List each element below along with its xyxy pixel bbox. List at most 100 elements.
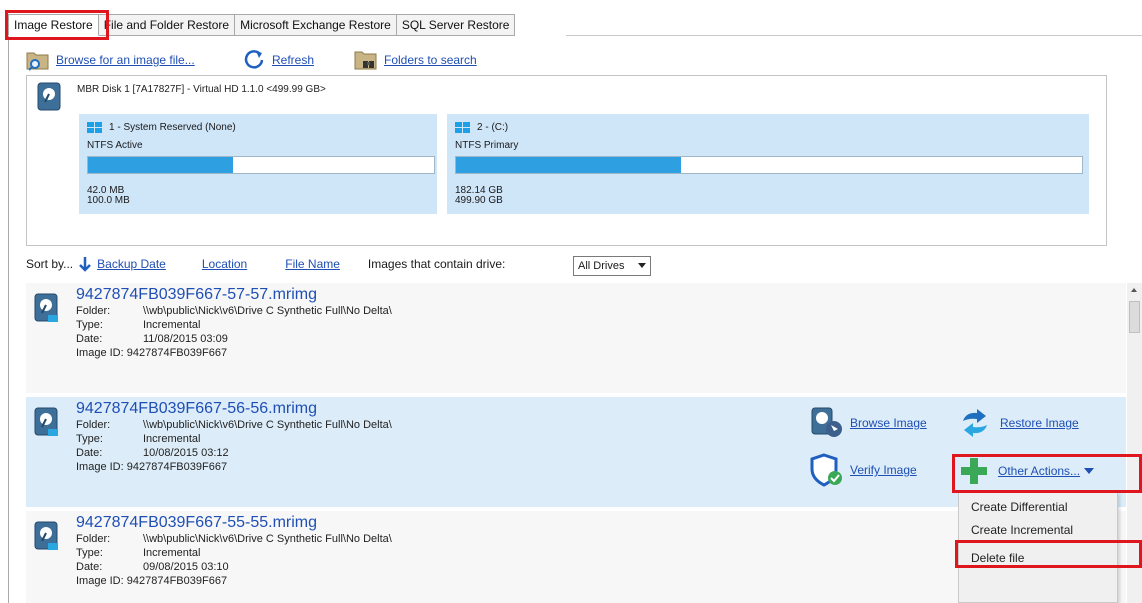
browse-image-icon [811,407,842,437]
verify-image-label: Verify Image [850,463,917,477]
folders-to-search-label: Folders to search [384,53,477,67]
image-id: Image ID: 9427874FB039F667 [76,347,227,359]
folder-value: \\wb\public\Nick\v6\Drive C Synthetic Fu… [143,533,392,545]
image-file-name[interactable]: 9427874FB039F667-56-56.mrimg [76,400,317,418]
image-id-key: Image ID: [76,347,124,359]
restore-arrows-icon [963,409,987,437]
date-value: 10/08/2015 03:12 [143,447,229,459]
browse-for-image-label: Browse for an image file... [56,53,195,67]
partition-name: 1 - System Reserved (None) [109,122,236,133]
disk-map-panel: MBR Disk 1 [7A17827F] - Virtual HD 1.1.0… [26,75,1107,246]
menu-item-create-differential[interactable]: Create Differential [959,496,1119,518]
image-date: Date: 09/08/2015 03:10 [76,561,229,573]
highlight-other-actions [952,454,1142,493]
shield-check-icon [810,453,842,487]
image-id-key: Image ID: [76,461,124,473]
windows-logo-icon [455,122,471,134]
verify-image-action[interactable]: Verify Image [810,453,917,487]
partition-1[interactable]: 1 - System Reserved (None) NTFS Active 4… [79,114,437,214]
image-date: Date: 11/08/2015 03:09 [76,333,228,345]
image-folder: Folder: \\wb\public\Nick\v6\Drive C Synth… [76,419,392,431]
folders-to-search-button[interactable]: Folders to search [354,48,477,72]
tab-file-folder-restore[interactable]: File and Folder Restore [98,14,236,36]
folder-search-icon [26,52,49,71]
image-row[interactable]: 9427874FB039F667-57-57.mrimg Folder: \\wb… [26,283,1126,393]
partition-total: 100.0 MB [87,195,130,206]
sort-backup-date-link[interactable]: Backup Date [97,257,166,271]
partition-usage-bar [455,156,1083,174]
sort-location-link[interactable]: Location [202,257,247,271]
type-value: Incremental [143,433,201,445]
sort-down-arrow-icon [79,257,92,272]
menu-item-create-incremental[interactable]: Create Incremental [959,519,1119,541]
type-key: Type: [76,547,103,559]
scroll-thumb[interactable] [1129,301,1140,333]
image-folder: Folder: \\wb\public\Nick\v6\Drive C Synth… [76,305,392,317]
disk-icon [37,82,61,111]
tab-exchange-restore[interactable]: Microsoft Exchange Restore [235,14,397,36]
type-key: Type: [76,433,103,445]
image-id-key: Image ID: [76,575,124,587]
partition-total: 499.90 GB [455,195,503,206]
image-id: Image ID: 9427874FB039F667 [76,461,227,473]
type-key: Type: [76,319,103,331]
image-file-name[interactable]: 9427874FB039F667-55-55.mrimg [76,514,317,532]
restore-image-label: Restore Image [1000,416,1079,430]
scroll-up-arrow-icon[interactable] [1131,288,1137,292]
restore-image-action[interactable]: Restore Image [960,409,1079,437]
image-id: Image ID: 9427874FB039F667 [76,575,227,587]
partition-2[interactable]: 2 - (C:) NTFS Primary 182.14 GB 499.90 G… [447,114,1089,214]
image-type: Type: Incremental [76,319,200,331]
tab-bar-baseline [566,35,1142,36]
folder-key: Folder: [76,305,111,317]
highlight-image-restore-tab [5,10,109,40]
partition-filesystem: NTFS Primary [455,140,519,151]
folder-key: Folder: [76,533,111,545]
date-key: Date: [76,447,103,459]
frame-border [8,36,9,603]
date-value: 09/08/2015 03:10 [143,561,229,573]
partition-filesystem: NTFS Active [87,140,143,151]
type-value: Incremental [143,319,201,331]
date-key: Date: [76,333,103,345]
type-value: Incremental [143,547,201,559]
image-file-icon [34,293,58,322]
windows-logo-icon [87,122,103,134]
refresh-button[interactable]: Refresh [244,48,314,72]
browse-image-action[interactable]: Browse Image [810,407,927,439]
highlight-delete-file [955,540,1142,568]
browse-for-image-button[interactable]: Browse for an image file... [26,48,195,72]
folder-binoculars-icon [354,51,377,70]
disk-title: MBR Disk 1 [7A17827F] - Virtual HD 1.1.0… [77,84,326,95]
partition-usage-fill [456,157,682,173]
image-file-name[interactable]: 9427874FB039F667-57-57.mrimg [76,286,317,304]
image-id-value: 9427874FB039F667 [126,575,228,587]
drive-filter-value: All Drives [578,260,625,272]
partition-usage-bar [87,156,435,174]
tab-sql-restore[interactable]: SQL Server Restore [396,14,516,36]
image-type: Type: Incremental [76,433,200,445]
image-folder: Folder: \\wb\public\Nick\v6\Drive C Synth… [76,533,392,545]
folder-key: Folder: [76,419,111,431]
image-id-value: 9427874FB039F667 [126,347,228,359]
image-file-icon [34,521,58,550]
refresh-icon [244,50,264,69]
image-date: Date: 10/08/2015 03:12 [76,447,229,459]
sort-by-label: Sort by... [26,257,74,271]
partition-usage-fill [88,157,234,173]
image-type: Type: Incremental [76,547,200,559]
sort-bar: Sort by... Backup Date Location File Nam… [26,253,505,275]
folder-value: \\wb\public\Nick\v6\Drive C Synthetic Fu… [143,305,392,317]
browse-image-label: Browse Image [850,416,927,430]
partition-name: 2 - (C:) [477,122,509,133]
sort-file-name-link[interactable]: File Name [285,257,340,271]
drive-filter-label: Images that contain drive: [367,257,506,271]
refresh-label: Refresh [272,53,315,67]
image-file-icon [34,407,58,436]
chevron-down-icon [638,263,646,268]
image-id-value: 9427874FB039F667 [126,461,228,473]
date-key: Date: [76,561,103,573]
date-value: 11/08/2015 03:09 [143,333,228,345]
drive-filter-select[interactable]: All Drives [573,256,651,276]
folder-value: \\wb\public\Nick\v6\Drive C Synthetic Fu… [143,419,392,431]
